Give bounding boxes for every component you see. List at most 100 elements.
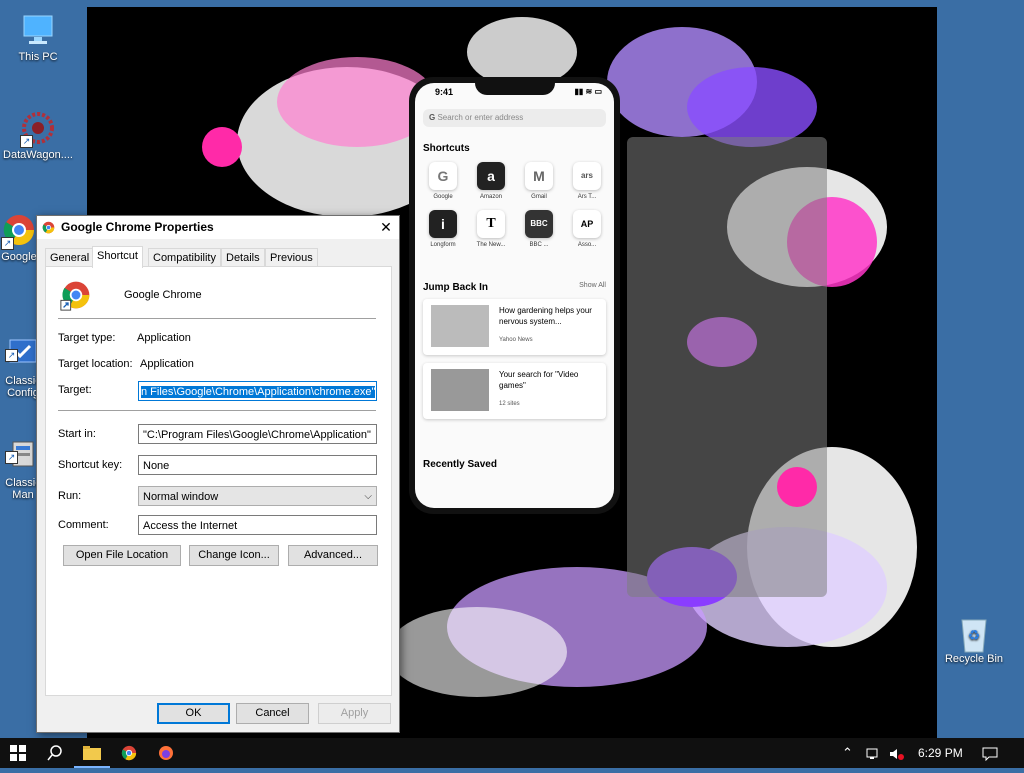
app-name: Google Chrome (124, 289, 202, 301)
phone-jump-back-heading: Jump Back In (423, 282, 489, 293)
target-label: Target: (58, 384, 92, 396)
divider (58, 318, 376, 319)
windows-logo-icon (10, 745, 26, 761)
ars-technica-icon: ars (573, 162, 601, 190)
chrome-taskbar-button[interactable] (111, 738, 147, 768)
desktop-icon-label: This PC (18, 51, 58, 63)
start-in-field[interactable]: "C:\Program Files\Google\Chrome\Applicat… (138, 424, 377, 444)
tab-general[interactable]: General (45, 248, 95, 267)
phone-shortcut-tile: i Longform (419, 210, 467, 248)
search-icon (47, 745, 62, 761)
shortcut-arrow-icon: ↗ (5, 451, 18, 464)
tab-shortcut[interactable]: Shortcut (92, 246, 143, 268)
comment-label: Comment: (58, 519, 109, 531)
tile-label: Ars T... (577, 194, 597, 200)
comment-field[interactable]: Access the Internet (138, 515, 377, 535)
datawagon-icon: ↗ (20, 110, 56, 148)
phone-shortcut-tile: a Amazon (467, 162, 515, 200)
chevron-down-icon: ⌵ (364, 491, 372, 502)
dialog-titlebar[interactable]: Google Chrome Properties ✕ (37, 216, 399, 239)
target-location-label: Target location: (58, 358, 133, 370)
card-source: 12 sites (499, 401, 520, 407)
search-button[interactable] (37, 738, 73, 768)
ap-news-icon: AP (573, 210, 601, 238)
tile-label: The New... (476, 242, 506, 248)
phone-recently-saved: Recently Saved (423, 459, 497, 470)
volume-muted-icon[interactable] (889, 738, 905, 768)
monitor-icon (20, 12, 56, 48)
divider (58, 410, 376, 411)
properties-dialog: Google Chrome Properties ✕ General Short… (36, 215, 400, 733)
card-thumbnail (431, 369, 489, 411)
dialog-title: Google Chrome Properties (61, 220, 214, 234)
phone-status-bar: 9:41 ▮▮ ≋ ▭ (415, 83, 614, 105)
firefox-icon (159, 746, 173, 760)
target-type-value: Application (137, 332, 191, 344)
recycle-bin-icon: ♻ (956, 614, 992, 653)
change-icon-button[interactable]: Change Icon... (189, 545, 279, 566)
clock[interactable]: 6:29 PM (918, 738, 963, 768)
tile-label: Amazon (479, 194, 502, 200)
desktop-icon-label: DataWagon.... (3, 149, 73, 161)
svg-text:♻: ♻ (968, 627, 981, 643)
folder-icon (83, 746, 101, 760)
desktop-icon-recycle-bin[interactable]: ♻ Recycle Bin (936, 614, 1012, 665)
chrome-icon (121, 745, 137, 761)
run-label: Run: (58, 490, 82, 502)
firefox-taskbar-button[interactable] (148, 738, 184, 768)
tile-label: Longform (430, 242, 456, 248)
tab-compatibility[interactable]: Compatibility (148, 248, 221, 267)
shortcut-arrow-icon: ↗ (1, 237, 14, 250)
shortcut-arrow-icon: ↗ (20, 135, 33, 148)
chrome-icon: ↗ (1, 212, 37, 250)
run-dropdown-value: Normal window (143, 491, 219, 503)
longform-icon: i (429, 210, 457, 238)
phone-card: How gardening helps your nervous system.… (423, 299, 606, 355)
chrome-icon (42, 221, 55, 234)
phone-time: 9:41 (435, 87, 454, 97)
cancel-button[interactable]: Cancel (236, 703, 309, 724)
phone-search-bar: G Search or enter address (423, 109, 606, 127)
chevron-up-icon[interactable]: ⌃ (842, 738, 853, 768)
phone-shortcut-tile: T The New... (467, 210, 515, 248)
apply-button[interactable]: Apply (318, 703, 391, 724)
shortcut-arrow-icon: ↗ (5, 349, 18, 362)
network-icon[interactable] (866, 738, 882, 768)
target-type-label: Target type: (58, 332, 116, 344)
target-location-value: Application (140, 358, 194, 370)
phone-shortcuts-heading: Shortcuts (423, 143, 470, 154)
google-icon: G (429, 162, 457, 190)
phone-shortcut-tile: ars Ars T... (563, 162, 611, 200)
tab-previous-versions[interactable]: Previous Versions (265, 248, 318, 282)
start-in-label: Start in: (58, 428, 96, 440)
phone-notch (475, 83, 555, 95)
shortcut-key-field[interactable]: None (138, 455, 377, 475)
start-button[interactable] (0, 738, 36, 768)
card-source: Yahoo News (499, 337, 533, 343)
run-dropdown[interactable]: Normal window ⌵ (138, 486, 377, 506)
file-explorer-taskbar-button[interactable] (74, 738, 110, 768)
phone-jump-back-row: Jump Back In Show All (423, 282, 606, 293)
chrome-icon (60, 281, 90, 311)
taskbar: ⌃ 6:29 PM (0, 738, 1024, 768)
signal-battery-icon: ▮▮ ≋ ▭ (574, 87, 602, 96)
card-title: Your search for "Video games" (499, 370, 579, 390)
tile-label: BBC ... (529, 242, 549, 248)
desktop-icon-label: Recycle Bin (944, 653, 1004, 665)
open-file-location-button[interactable]: Open File Location (63, 545, 181, 566)
amazon-icon: a (477, 162, 505, 190)
tab-details[interactable]: Details (221, 248, 265, 267)
shortcut-panel: Google Chrome Target type: Application T… (45, 266, 392, 696)
close-icon[interactable]: ✕ (373, 216, 399, 239)
desktop-icon-datawagon[interactable]: ↗ DataWagon.... (0, 110, 76, 161)
phone-screen: 9:41 ▮▮ ≋ ▭ G Search or enter address Sh… (415, 83, 614, 508)
tile-label: Asso... (577, 242, 597, 248)
google-g-icon: G (429, 113, 436, 122)
phone-shortcut-tile: AP Asso... (563, 210, 611, 248)
target-field[interactable]: n Files\Google\Chrome\Application\chrome… (138, 381, 377, 401)
advanced-button[interactable]: Advanced... (288, 545, 378, 566)
notification-center-icon[interactable] (982, 738, 998, 768)
ok-button[interactable]: OK (157, 703, 230, 724)
card-thumbnail (431, 305, 489, 347)
desktop-icon-this-pc[interactable]: This PC (0, 12, 76, 63)
